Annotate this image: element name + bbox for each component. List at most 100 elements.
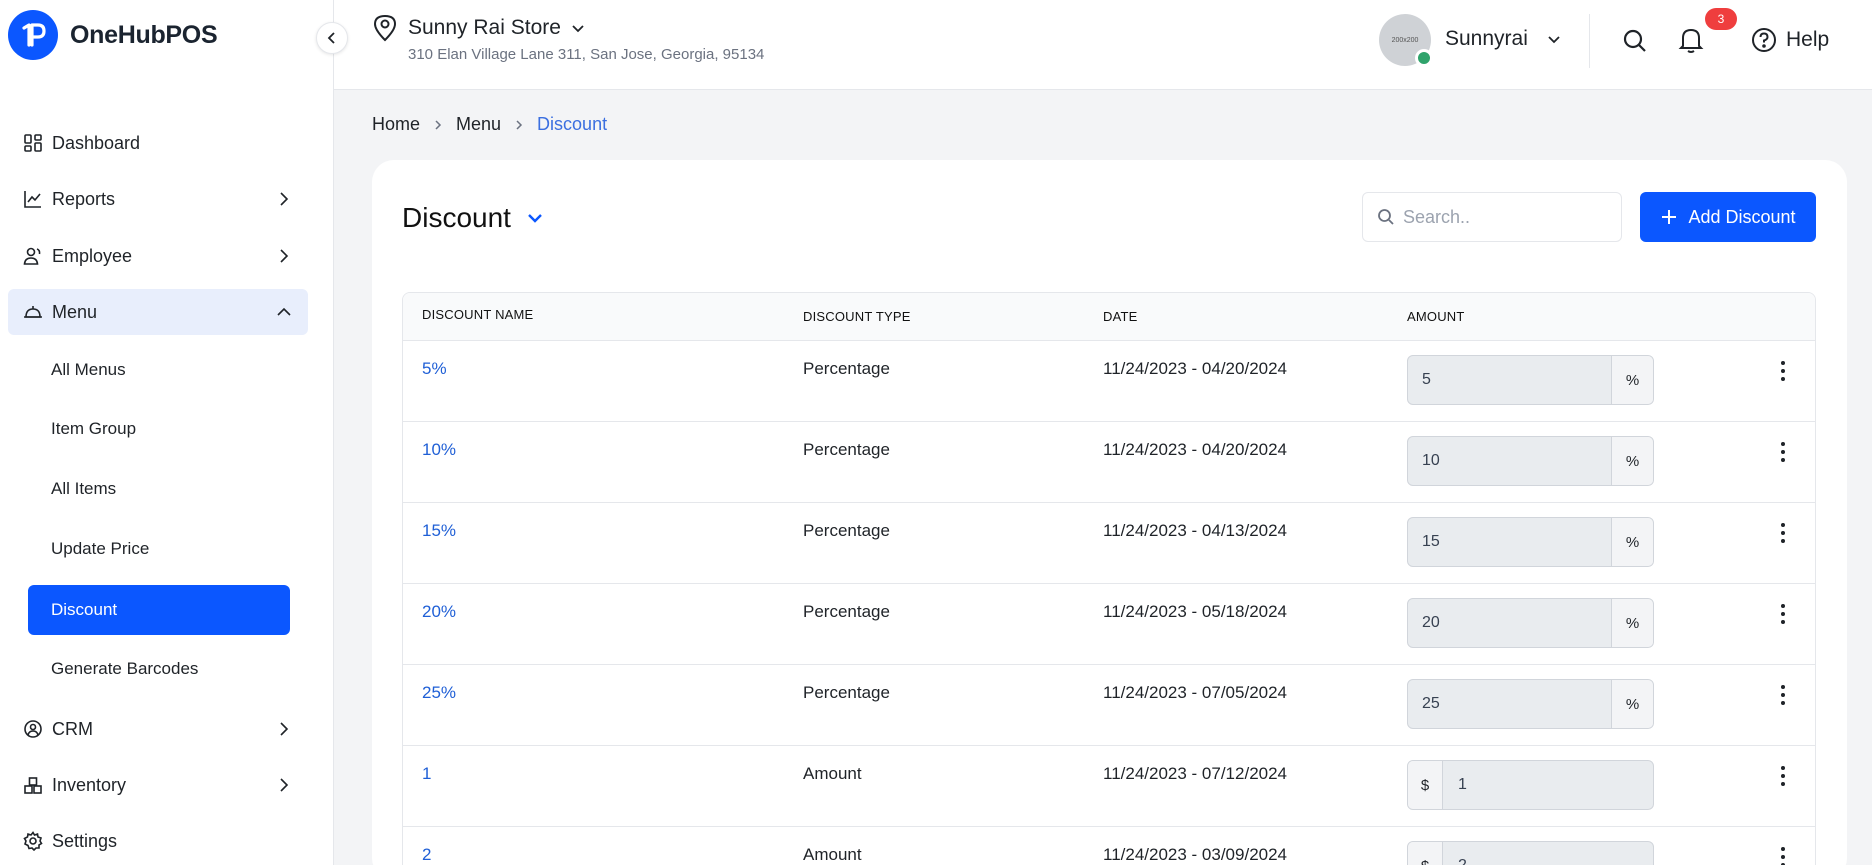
top-header: Sunny Rai Store 310 Elan Village Lane 31… bbox=[334, 0, 1872, 90]
amount-unit: % bbox=[1611, 437, 1653, 485]
amount-field[interactable]: $ 2 bbox=[1407, 841, 1654, 865]
discount-name-link[interactable]: 5% bbox=[422, 359, 447, 379]
page-title-dropdown[interactable]: Discount bbox=[402, 202, 545, 234]
dot bbox=[1781, 361, 1785, 365]
sidebar-item-crm[interactable]: CRM bbox=[8, 706, 308, 752]
chevron-down-icon bbox=[572, 25, 584, 33]
sidebar-subitem-all-menus[interactable]: All Menus bbox=[28, 345, 290, 395]
dot bbox=[1781, 369, 1785, 373]
amount-field[interactable]: 10 % bbox=[1407, 436, 1654, 486]
sidebar-item-reports[interactable]: Reports bbox=[8, 176, 308, 222]
store-name-text: Sunny Rai Store bbox=[408, 16, 561, 39]
chevron-right-icon bbox=[280, 249, 289, 263]
amount-field[interactable]: 15 % bbox=[1407, 517, 1654, 567]
notifications-button[interactable] bbox=[1674, 22, 1708, 58]
users-icon bbox=[22, 245, 44, 267]
dot bbox=[1781, 766, 1785, 770]
user-menu[interactable]: Sunnyrai bbox=[1445, 27, 1562, 51]
add-discount-button[interactable]: Add Discount bbox=[1640, 192, 1816, 242]
table-row: 20% Percentage 11/24/2023 - 05/18/2024 2… bbox=[403, 584, 1815, 665]
discount-name-link[interactable]: 2 bbox=[422, 845, 431, 865]
dot bbox=[1781, 523, 1785, 527]
sidebar-subitem-item-group[interactable]: Item Group bbox=[28, 404, 290, 454]
discount-date: 11/24/2023 - 04/20/2024 bbox=[1103, 359, 1288, 378]
amount-value: 2 bbox=[1458, 857, 1467, 865]
column-header-discount-type: DISCOUNT TYPE bbox=[803, 309, 911, 324]
sidebar: OneHubPOS Dashboard Reports Employee Men… bbox=[0, 0, 334, 865]
search-button[interactable] bbox=[1618, 24, 1652, 58]
sidebar-item-label: Settings bbox=[52, 830, 118, 851]
user-name: Sunnyrai bbox=[1445, 27, 1528, 50]
amount-field[interactable]: 25 % bbox=[1407, 679, 1654, 729]
chevron-right-icon bbox=[280, 192, 289, 206]
row-actions-button[interactable] bbox=[1773, 521, 1793, 545]
table-row: 1 Amount 11/24/2023 - 07/12/2024 $ 1 bbox=[403, 746, 1815, 827]
sidebar-subitem-all-items[interactable]: All Items bbox=[28, 464, 290, 514]
onehubpos-logo-icon bbox=[8, 10, 58, 60]
dot bbox=[1781, 701, 1785, 705]
crm-icon bbox=[22, 718, 44, 740]
dot bbox=[1781, 442, 1785, 446]
chevron-down-icon bbox=[1548, 36, 1560, 44]
dot bbox=[1781, 855, 1785, 859]
sidebar-item-label: Employee bbox=[52, 245, 133, 266]
dot bbox=[1781, 531, 1785, 535]
breadcrumb-home[interactable]: Home bbox=[372, 114, 420, 135]
store-address: 310 Elan Village Lane 311, San Jose, Geo… bbox=[408, 46, 765, 63]
discount-name-link[interactable]: 15% bbox=[422, 521, 456, 541]
discount-name-link[interactable]: 25% bbox=[422, 683, 456, 703]
logo[interactable]: OneHubPOS bbox=[8, 10, 218, 60]
sidebar-item-label: CRM bbox=[52, 718, 93, 739]
search-box[interactable] bbox=[1362, 192, 1622, 242]
sidebar-item-label: Inventory bbox=[52, 774, 127, 795]
row-actions-button[interactable] bbox=[1773, 602, 1793, 626]
discount-date: 11/24/2023 - 03/09/2024 bbox=[1103, 845, 1288, 864]
discount-type: Percentage bbox=[803, 359, 890, 378]
online-status-dot bbox=[1415, 49, 1433, 67]
row-actions-button[interactable] bbox=[1773, 764, 1793, 788]
row-actions-button[interactable] bbox=[1773, 440, 1793, 464]
amount-field[interactable]: 20 % bbox=[1407, 598, 1654, 648]
bell-icon bbox=[1678, 28, 1704, 53]
discount-name-link[interactable]: 10% bbox=[422, 440, 456, 460]
search-input[interactable] bbox=[1403, 206, 1603, 228]
amount-unit: $ bbox=[1408, 761, 1443, 809]
table-row: 5% Percentage 11/24/2023 - 04/20/2024 5 … bbox=[403, 341, 1815, 422]
sidebar-item-employee[interactable]: Employee bbox=[8, 233, 308, 279]
store-selector[interactable]: Sunny Rai Store 310 Elan Village Lane 31… bbox=[372, 14, 764, 63]
sidebar-collapse-button[interactable] bbox=[316, 22, 348, 54]
help-link[interactable]: Help bbox=[1786, 28, 1829, 52]
search-icon bbox=[1623, 29, 1646, 52]
discount-name-link[interactable]: 20% bbox=[422, 602, 456, 622]
sidebar-item-settings[interactable]: Settings bbox=[8, 818, 308, 864]
row-actions-button[interactable] bbox=[1773, 845, 1793, 865]
breadcrumb-menu[interactable]: Menu bbox=[456, 114, 501, 135]
row-actions-button[interactable] bbox=[1773, 683, 1793, 707]
discount-date: 11/24/2023 - 04/13/2024 bbox=[1103, 521, 1288, 540]
sidebar-subitem-discount[interactable]: Discount bbox=[28, 585, 290, 635]
amount-field[interactable]: $ 1 bbox=[1407, 760, 1654, 810]
sidebar-item-menu[interactable]: Menu bbox=[8, 289, 308, 335]
notification-count-badge: 3 bbox=[1705, 8, 1737, 30]
chevron-right-icon bbox=[516, 119, 523, 130]
chevron-up-icon bbox=[277, 307, 291, 316]
dot bbox=[1781, 620, 1785, 624]
dot bbox=[1781, 847, 1785, 851]
sidebar-item-dashboard[interactable]: Dashboard bbox=[8, 120, 308, 166]
breadcrumb: Home Menu Discount bbox=[372, 114, 607, 135]
help-button[interactable] bbox=[1750, 26, 1778, 54]
dashboard-icon bbox=[22, 132, 44, 154]
discount-name-link[interactable]: 1 bbox=[422, 764, 431, 784]
line-chart-icon bbox=[22, 188, 44, 210]
dot bbox=[1781, 604, 1785, 608]
row-actions-button[interactable] bbox=[1773, 359, 1793, 383]
sidebar-subitem-generate-barcodes[interactable]: Generate Barcodes bbox=[28, 644, 290, 694]
chevron-down-icon bbox=[528, 214, 542, 223]
gear-icon bbox=[22, 830, 44, 852]
amount-value: 15 bbox=[1422, 533, 1440, 550]
discount-card: Discount Add Discount DISCOUNT NAME DISC… bbox=[372, 160, 1847, 865]
sidebar-subitem-update-price[interactable]: Update Price bbox=[28, 524, 290, 574]
amount-field[interactable]: 5 % bbox=[1407, 355, 1654, 405]
discount-type: Percentage bbox=[803, 683, 890, 702]
sidebar-item-inventory[interactable]: Inventory bbox=[8, 762, 308, 808]
